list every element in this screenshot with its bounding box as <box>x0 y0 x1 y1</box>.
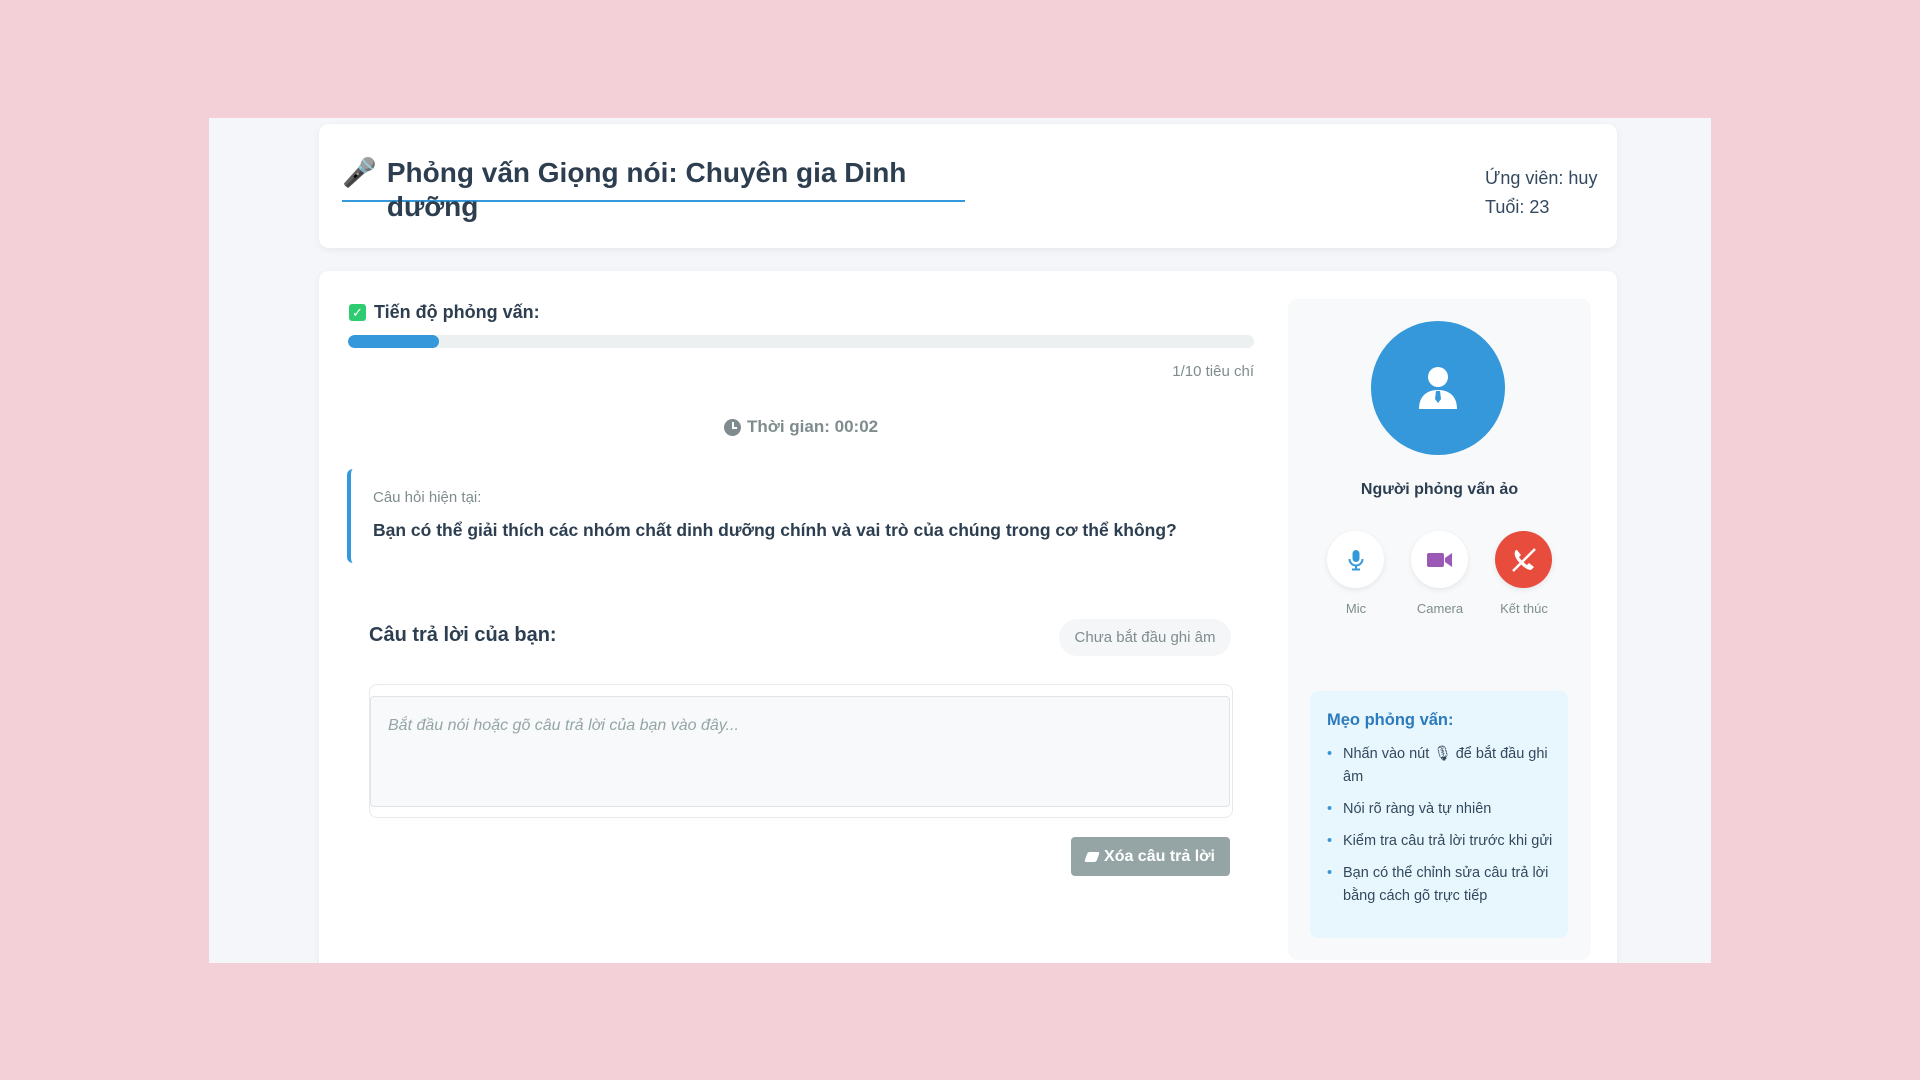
end-call-button[interactable] <box>1495 531 1552 588</box>
progress-bar-fill <box>348 335 439 348</box>
page-title-wrap: 🎤 Phỏng vấn Giọng nói: Chuyên gia Dinh d… <box>342 156 965 222</box>
page-title: Phỏng vấn Giọng nói: Chuyên gia Dinh dưỡ… <box>386 157 907 222</box>
mic-button[interactable] <box>1327 531 1384 588</box>
question-text: Bạn có thể giải thích các nhóm chất dinh… <box>373 520 1177 540</box>
phone-slash-icon <box>1511 547 1536 572</box>
interview-tips: Mẹo phỏng vấn: Nhấn vào nút 🎙 để bắt đầu… <box>1310 691 1568 938</box>
header-card: 🎤 Phỏng vấn Giọng nói: Chuyên gia Dinh d… <box>319 124 1617 248</box>
timer-text: Thời gian: 00:02 <box>747 417 879 436</box>
candidate-info: Ứng viên: huy Tuổi: 23 <box>1485 164 1597 222</box>
tip-item: Kiểm tra câu trả lời trước khi gửi <box>1327 830 1559 853</box>
interview-card: ✓ Tiến độ phỏng vấn: 1/10 tiêu chí Thời … <box>319 271 1617 963</box>
mic-control: Mic <box>1327 531 1385 616</box>
tip-item: Bạn có thể chỉnh sửa câu trả lời bằng cá… <box>1327 862 1559 908</box>
question-label: Câu hỏi hiện tại: <box>373 489 482 506</box>
app-window: 🎤 Phỏng vấn Giọng nói: Chuyên gia Dinh d… <box>209 118 1711 963</box>
mic-label: Mic <box>1345 601 1367 616</box>
interviewer-avatar <box>1371 321 1505 455</box>
current-question: Câu hỏi hiện tại: Bạn có thể giải thích … <box>347 469 1251 563</box>
answer-input[interactable] <box>370 696 1230 807</box>
progress-bar <box>348 335 1254 348</box>
clock-icon <box>724 418 741 436</box>
end-call-label: Kết thúc <box>1500 601 1548 616</box>
clear-answer-label: Xóa câu trả lời <box>1104 847 1215 865</box>
camera-button[interactable] <box>1411 531 1468 588</box>
video-camera-icon <box>1426 552 1452 567</box>
tips-title: Mẹo phỏng vấn: <box>1327 711 1454 729</box>
progress-count: 1/10 tiêu chí <box>1172 363 1254 380</box>
tip-item: Nhấn vào nút 🎙 để bắt đầu ghi âm <box>1327 743 1559 789</box>
interviewer-panel: Người phỏng vấn ảo Mic Camera Kết thúc M… <box>1288 299 1591 960</box>
eraser-icon <box>1084 851 1100 862</box>
timer: Thời gian: 00:02 <box>724 417 878 437</box>
microphone-icon: 🎤 <box>342 157 377 188</box>
camera-control: Camera <box>1411 531 1469 616</box>
recording-status-badge: Chưa bắt đầu ghi âm <box>1059 619 1231 656</box>
end-call-control: Kết thúc <box>1495 531 1553 616</box>
tip-item: Nói rõ ràng và tự nhiên <box>1327 798 1559 821</box>
user-tie-icon <box>1419 367 1457 409</box>
candidate-age: Tuổi: 23 <box>1485 197 1550 217</box>
microphone-icon <box>1348 549 1363 570</box>
tips-list: Nhấn vào nút 🎙 để bắt đầu ghi âm Nói rõ … <box>1327 743 1559 917</box>
progress-label: Tiến độ phỏng vấn: <box>374 302 540 322</box>
checkbox-checked-icon: ✓ <box>349 304 366 321</box>
progress-header: ✓ Tiến độ phỏng vấn: <box>349 302 540 323</box>
clear-answer-button[interactable]: Xóa câu trả lời <box>1071 837 1230 876</box>
camera-label: Camera <box>1416 601 1464 616</box>
interviewer-name: Người phỏng vấn ảo <box>1360 481 1519 498</box>
answer-title: Câu trả lời của bạn: <box>369 624 557 646</box>
candidate-name: Ứng viên: huy <box>1485 168 1598 188</box>
